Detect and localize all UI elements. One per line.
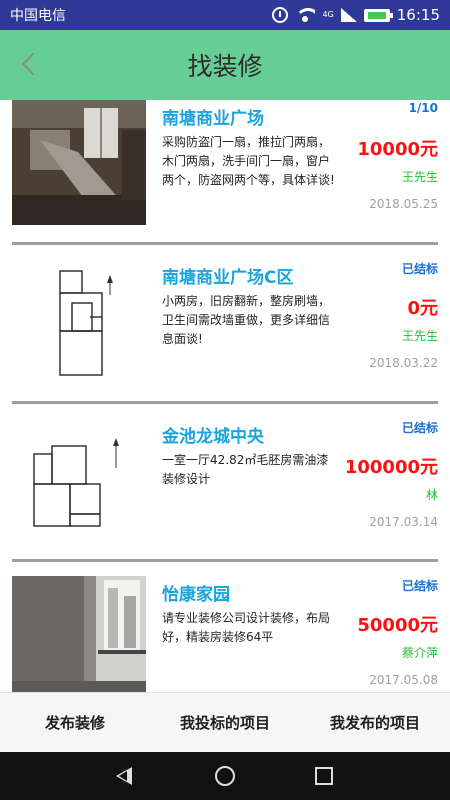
listing-status: 1/10 — [408, 101, 438, 115]
tab-my-bids[interactable]: 我投标的项目 — [150, 712, 300, 733]
listing-name: 南塘商业广场C区 — [162, 268, 294, 288]
listing-description: 小两房，旧房翻新，整房刷墙，卫生间需改墙重做，更多详细信息面谈! — [162, 294, 331, 346]
clock: 16:15 — [396, 6, 440, 24]
listing-description: 采购防盗门一扇，推拉门两扇，木门两扇，洗手间门一扇，窗户两个，防盗网两个等，具体… — [162, 135, 335, 187]
app-bar: 找装修 — [0, 30, 450, 100]
listing-owner: 林 — [425, 488, 438, 502]
page-title: 找装修 — [187, 52, 263, 81]
battery-icon — [363, 8, 393, 22]
listing-date: 2017.05.08 — [369, 673, 438, 687]
listing-date: 2018.03.22 — [369, 356, 438, 370]
listing-date: 2017.03.14 — [369, 515, 438, 529]
listing-price: 50000元 — [357, 615, 438, 636]
listing-date: 2018.05.25 — [369, 197, 438, 211]
listing-item[interactable]: 南塘商业广场 采购防盗门一扇，推拉门两扇，木门两扇，洗手间门一扇，窗户两个，防盗… — [12, 100, 438, 240]
room-photo — [12, 576, 146, 692]
listing-price: 0元 — [407, 298, 438, 319]
signal-icon — [340, 8, 357, 22]
divider — [12, 401, 438, 404]
tab-publish-renovation[interactable]: 发布装修 — [0, 712, 150, 733]
nav-back-icon[interactable] — [116, 767, 132, 785]
floor-plan — [12, 418, 146, 543]
listing-description: 请专业装修公司设计装修，布局好，精装房装修64平 — [162, 611, 331, 644]
alarm-icon — [272, 7, 289, 23]
floor-plan — [12, 259, 146, 384]
tab-my-published[interactable]: 我发布的项目 — [300, 712, 450, 733]
listing-item[interactable]: 怡康家园 请专业装修公司设计装修，布局好，精装房装修64平 已结标 50000元… — [12, 576, 438, 692]
listing-owner: 蔡介萍 — [401, 646, 438, 660]
listing-description: 一室一厅42.82㎡毛胚房需油漆装修设计 — [162, 453, 329, 486]
status-icons: 4G 16:15 — [272, 6, 440, 24]
listing-item[interactable]: 南塘商业广场C区 小两房，旧房翻新，整房刷墙，卫生间需改墙重做，更多详细信息面谈… — [12, 259, 438, 399]
nav-home-icon[interactable] — [215, 766, 235, 786]
nav-recents-icon[interactable] — [315, 767, 333, 785]
divider — [12, 559, 438, 562]
listing-status: 已结标 — [401, 579, 438, 593]
listing-status: 已结标 — [401, 262, 438, 276]
listing-status: 已结标 — [401, 421, 438, 435]
listing-name: 南塘商业广场 — [162, 109, 264, 129]
room-photo — [12, 100, 146, 225]
bottom-tab-bar: 发布装修 我投标的项目 我发布的项目 — [0, 692, 450, 752]
listing-name: 怡康家园 — [162, 585, 230, 605]
back-arrow-icon[interactable] — [14, 49, 42, 81]
listing-price: 10000元 — [357, 139, 438, 160]
system-nav-bar — [0, 752, 450, 800]
network-type-label: 4G — [322, 10, 334, 19]
wifi-icon — [295, 8, 316, 22]
status-bar: 中国电信 4G 16:15 — [0, 0, 450, 30]
divider — [12, 242, 438, 245]
listing-name: 金池龙城中央 — [162, 427, 264, 447]
listing-owner: 王先生 — [401, 329, 438, 343]
listing-item[interactable]: 金池龙城中央 一室一厅42.82㎡毛胚房需油漆装修设计 已结标 100000元 … — [12, 418, 438, 558]
listing-price: 100000元 — [344, 457, 438, 478]
listing-owner: 王先生 — [401, 170, 438, 184]
carrier-label: 中国电信 — [10, 8, 66, 24]
listing-list[interactable]: 南塘商业广场 采购防盗门一扇，推拉门两扇，木门两扇，洗手间门一扇，窗户两个，防盗… — [0, 100, 450, 692]
